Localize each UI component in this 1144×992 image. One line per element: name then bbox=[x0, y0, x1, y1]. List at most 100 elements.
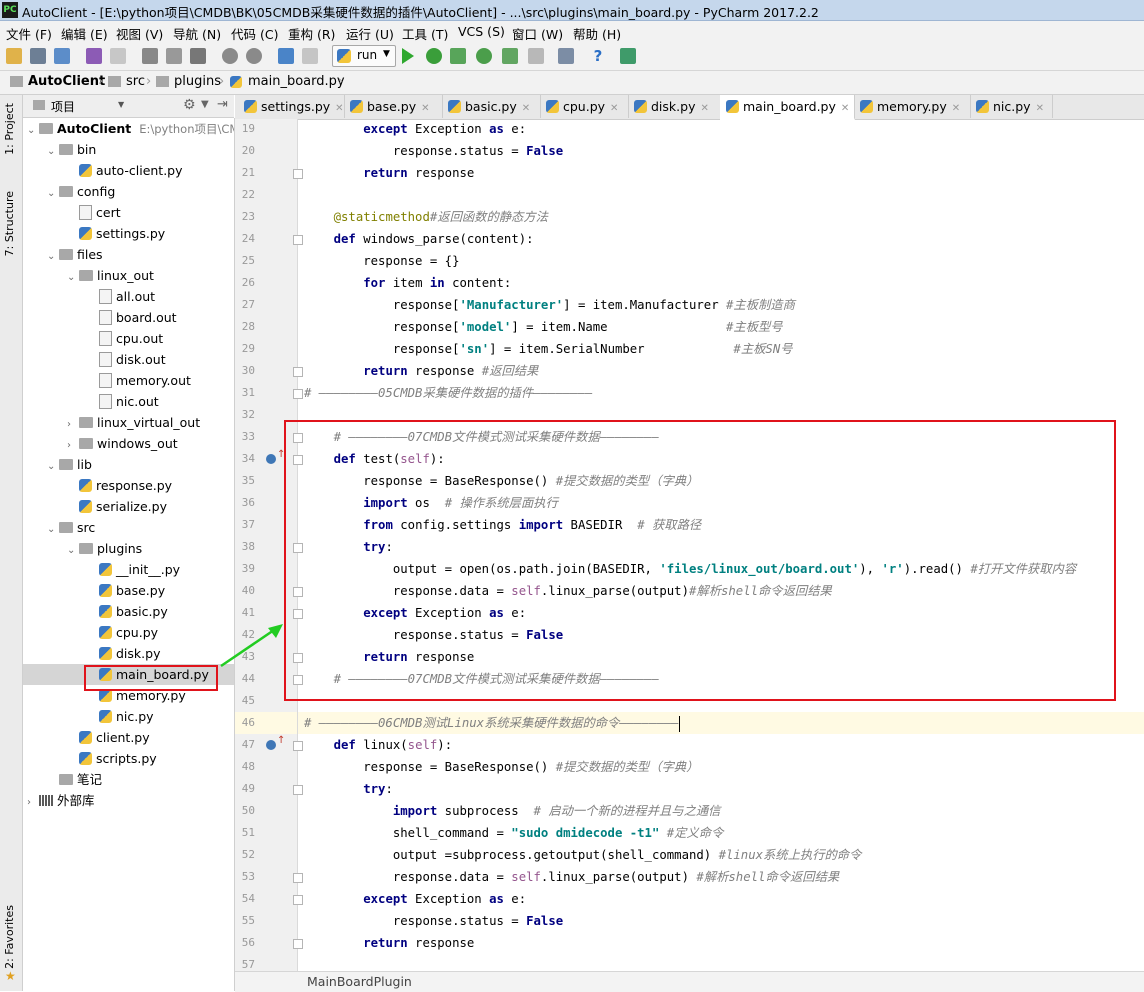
tree-item[interactable]: › windows_out bbox=[23, 433, 234, 454]
tree-item[interactable]: disk.py bbox=[23, 643, 234, 664]
chevron-down-icon[interactable]: ▼ bbox=[201, 99, 209, 110]
menu-tools[interactable]: 工具 (T) bbox=[402, 24, 448, 43]
back-icon[interactable] bbox=[278, 48, 294, 64]
tree-item[interactable]: cpu.py bbox=[23, 622, 234, 643]
tree-item[interactable]: ⌄ plugins bbox=[23, 538, 234, 559]
tree-item[interactable]: client.py bbox=[23, 727, 234, 748]
find-icon[interactable] bbox=[222, 48, 238, 64]
tab-project[interactable]: 1: Project bbox=[3, 103, 16, 155]
close-tab-icon[interactable]: ✕ bbox=[700, 103, 708, 114]
replace-icon[interactable] bbox=[246, 48, 262, 64]
expand-arrow-icon[interactable]: ⌄ bbox=[67, 267, 79, 288]
copy-icon[interactable] bbox=[166, 48, 182, 64]
tree-item[interactable]: ⌄ AutoClient E:\python项目\CM bbox=[23, 118, 234, 139]
tree-item[interactable]: settings.py bbox=[23, 223, 234, 244]
tree-item[interactable]: base.py bbox=[23, 580, 234, 601]
project-view-selector[interactable]: 项目 bbox=[51, 98, 75, 115]
tree-item[interactable]: ⌄ files bbox=[23, 244, 234, 265]
tree-item[interactable]: › linux_virtual_out bbox=[23, 412, 234, 433]
menu-edit[interactable]: 编辑 (E) bbox=[61, 24, 108, 43]
class-breadcrumb[interactable]: MainBoardPlugin bbox=[307, 974, 412, 989]
menu-help[interactable]: 帮助 (H) bbox=[573, 24, 621, 43]
expand-arrow-icon[interactable]: ⌄ bbox=[47, 519, 59, 540]
close-tab-icon[interactable]: ✕ bbox=[421, 103, 429, 114]
tab-favorites[interactable]: 2: Favorites bbox=[3, 905, 16, 969]
help-icon[interactable]: ? bbox=[590, 48, 606, 64]
debug-icon[interactable] bbox=[426, 48, 442, 64]
editor-tab[interactable]: disk.py ✕ bbox=[628, 95, 721, 118]
chevron-down-icon[interactable]: ▼ bbox=[118, 100, 124, 109]
collapse-arrow-icon[interactable]: › bbox=[67, 414, 79, 435]
menu-navigate[interactable]: 导航 (N) bbox=[173, 24, 221, 43]
tree-item[interactable]: board.out bbox=[23, 307, 234, 328]
tree-item[interactable]: › 外部库 bbox=[23, 790, 234, 811]
close-tab-icon[interactable]: ✕ bbox=[522, 103, 530, 114]
tab-structure[interactable]: 7: Structure bbox=[3, 191, 16, 256]
expand-arrow-icon[interactable]: ⌄ bbox=[47, 456, 59, 477]
menu-file[interactable]: 文件 (F) bbox=[6, 24, 52, 43]
save-icon[interactable] bbox=[30, 48, 46, 64]
tree-item[interactable]: basic.py bbox=[23, 601, 234, 622]
override-method-icon[interactable] bbox=[266, 454, 276, 464]
run-config-dropdown[interactable]: run ▼ bbox=[332, 45, 396, 67]
undo-icon[interactable] bbox=[86, 48, 102, 64]
tree-item[interactable]: all.out bbox=[23, 286, 234, 307]
close-tab-icon[interactable]: ✕ bbox=[610, 103, 618, 114]
tree-item[interactable]: auto-client.py bbox=[23, 160, 234, 181]
gear-icon[interactable]: ⚙ bbox=[183, 97, 196, 113]
expand-arrow-icon[interactable]: ⌄ bbox=[47, 246, 59, 267]
open-folder-icon[interactable] bbox=[6, 48, 22, 64]
editor-tab[interactable]: memory.py ✕ bbox=[854, 95, 971, 118]
editor-tab[interactable]: settings.py ✕ bbox=[238, 95, 345, 118]
expand-arrow-icon[interactable]: ⌄ bbox=[27, 120, 39, 141]
concurrency-icon[interactable] bbox=[502, 48, 518, 64]
tree-item[interactable]: ⌄ lib bbox=[23, 454, 234, 475]
close-tab-icon[interactable]: ✕ bbox=[952, 103, 960, 114]
menu-code[interactable]: 代码 (C) bbox=[231, 24, 278, 43]
override-method-icon[interactable] bbox=[266, 740, 276, 750]
tree-item[interactable]: scripts.py bbox=[23, 748, 234, 769]
tree-item[interactable]: ⌄ src bbox=[23, 517, 234, 538]
coverage-icon[interactable] bbox=[450, 48, 466, 64]
stop-icon[interactable] bbox=[528, 48, 544, 64]
editor-tab[interactable]: main_board.py ✕ bbox=[720, 95, 855, 120]
tree-item[interactable]: ⌄ bin bbox=[23, 139, 234, 160]
menu-refactor[interactable]: 重构 (R) bbox=[288, 24, 335, 43]
tree-item[interactable]: nic.py bbox=[23, 706, 234, 727]
breadcrumb-src[interactable]: src bbox=[126, 74, 145, 89]
close-tab-icon[interactable]: ✕ bbox=[841, 103, 849, 114]
tree-item[interactable]: ⌄ linux_out bbox=[23, 265, 234, 286]
cut-icon[interactable] bbox=[142, 48, 158, 64]
sync-icon[interactable] bbox=[54, 48, 70, 64]
breadcrumb-file[interactable]: main_board.py bbox=[248, 74, 345, 89]
breadcrumb-project[interactable]: AutoClient bbox=[28, 74, 105, 89]
editor-tab[interactable]: cpu.py ✕ bbox=[540, 95, 629, 118]
tree-item[interactable]: disk.out bbox=[23, 349, 234, 370]
tree-item[interactable]: __init__.py bbox=[23, 559, 234, 580]
run-icon[interactable] bbox=[402, 48, 414, 64]
menu-view[interactable]: 视图 (V) bbox=[116, 24, 163, 43]
collapse-arrow-icon[interactable]: › bbox=[67, 435, 79, 456]
tree-item[interactable]: 笔记 bbox=[23, 769, 234, 790]
breadcrumb-plugins[interactable]: plugins bbox=[174, 74, 221, 89]
editor-tab[interactable]: base.py ✕ bbox=[344, 95, 443, 118]
settings-icon[interactable] bbox=[558, 48, 574, 64]
tree-item[interactable]: cpu.out bbox=[23, 328, 234, 349]
menu-run[interactable]: 运行 (U) bbox=[346, 24, 394, 43]
tree-item[interactable]: cert bbox=[23, 202, 234, 223]
close-tab-icon[interactable]: ✕ bbox=[1036, 103, 1044, 114]
vcs-update-icon[interactable] bbox=[620, 48, 636, 64]
menu-window[interactable]: 窗口 (W) bbox=[512, 24, 563, 43]
menu-vcs[interactable]: VCS (S) bbox=[458, 24, 505, 39]
editor-tab[interactable]: nic.py ✕ bbox=[970, 95, 1053, 118]
tree-item[interactable]: memory.out bbox=[23, 370, 234, 391]
tree-item[interactable]: serialize.py bbox=[23, 496, 234, 517]
editor-tab[interactable]: basic.py ✕ bbox=[442, 95, 541, 118]
tree-item[interactable]: response.py bbox=[23, 475, 234, 496]
expand-arrow-icon[interactable]: ⌄ bbox=[67, 540, 79, 561]
paste-icon[interactable] bbox=[190, 48, 206, 64]
forward-icon[interactable] bbox=[302, 48, 318, 64]
expand-arrow-icon[interactable]: ⌄ bbox=[47, 183, 59, 204]
close-tab-icon[interactable]: ✕ bbox=[335, 103, 343, 114]
collapse-arrow-icon[interactable]: › bbox=[27, 792, 39, 813]
